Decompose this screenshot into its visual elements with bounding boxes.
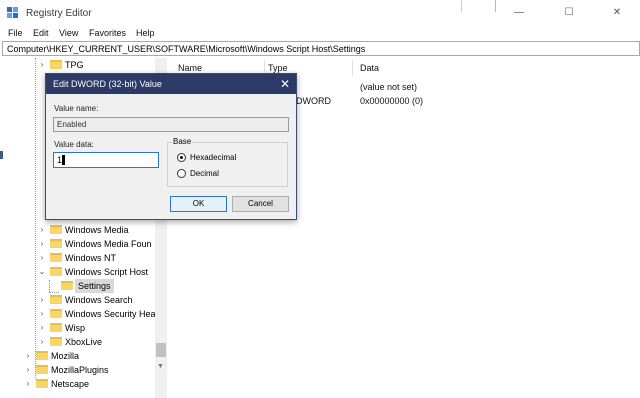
cancel-button[interactable]: Cancel [232, 196, 289, 212]
tree-item-label: Wisp [65, 323, 85, 333]
value-data: 0x00000000 (0) [360, 96, 424, 106]
hexadecimal-label[interactable]: Hexadecimal [190, 153, 236, 162]
tree-item-label: Settings [75, 279, 114, 293]
value-name-field: Enabled [53, 117, 289, 132]
value-data-label: Value data: [54, 140, 94, 149]
edit-dword-dialog: Edit DWORD (32-bit) Value ✕ Value name: … [45, 73, 297, 220]
text-cursor [62, 155, 65, 165]
tree-item-label: Windows Media [65, 225, 129, 235]
tree-item-tpg[interactable]: › TPG [2, 58, 157, 72]
chevron-right-icon[interactable]: › [24, 377, 32, 391]
tree-item-label: Windows NT [65, 253, 117, 263]
value-data-input[interactable]: 1 [53, 152, 159, 168]
title-bar: Registry Editor — ☐ ✕ [0, 0, 640, 26]
dialog-title: Edit DWORD (32-bit) Value [53, 79, 162, 89]
registry-editor-icon [7, 7, 19, 19]
menu-view[interactable]: View [59, 28, 78, 38]
dialog-close-button[interactable]: ✕ [280, 77, 290, 91]
folder-icon [50, 323, 62, 332]
tree-item-label: Mozilla [51, 351, 80, 361]
folder-icon [50, 253, 62, 262]
folder-icon [36, 351, 48, 360]
tree-item-label: MozillaPlugins [51, 365, 109, 375]
menu-help[interactable]: Help [136, 28, 155, 38]
dialog-title-bar: Edit DWORD (32-bit) Value ✕ [46, 74, 296, 94]
address-text: Computer\HKEY_CURRENT_USER\SOFTWARE\Micr… [7, 44, 366, 54]
column-header-type[interactable]: Type [268, 63, 288, 73]
folder-icon [61, 281, 73, 290]
chevron-right-icon[interactable]: › [38, 58, 46, 72]
tree-item-windows-media-foundation[interactable]: › Windows Media Foun [2, 237, 157, 251]
base-groupbox [167, 142, 288, 187]
tree-item-label: XboxLive [65, 337, 103, 347]
scrollbar-thumb[interactable] [156, 343, 166, 357]
value-type: DWORD [296, 96, 331, 106]
folder-icon [50, 239, 62, 248]
column-header-name[interactable]: Name [178, 63, 202, 73]
folder-icon [50, 295, 62, 304]
tree-item-label: Netscape [51, 379, 90, 389]
tree-item-windows-nt[interactable]: › Windows NT [2, 251, 157, 265]
chevron-right-icon[interactable]: › [38, 335, 46, 349]
folder-icon [50, 60, 62, 69]
menu-favorites[interactable]: Favorites [89, 28, 126, 38]
menu-file[interactable]: File [8, 28, 23, 38]
decimal-radio[interactable] [177, 169, 186, 178]
chevron-right-icon[interactable]: › [38, 237, 46, 251]
tree-guide [49, 280, 50, 292]
window-title: Registry Editor [26, 8, 92, 19]
tree-item-windows-script-host[interactable]: ⌄ Windows Script Host [2, 265, 157, 279]
folder-icon [50, 225, 62, 234]
chevron-right-icon[interactable]: › [38, 321, 46, 335]
chevron-down-icon[interactable]: ⌄ [38, 265, 46, 279]
chevron-right-icon[interactable]: › [38, 251, 46, 265]
tree-item-windows-media[interactable]: › Windows Media [2, 223, 157, 237]
folder-icon [50, 337, 62, 346]
tree-item-windows-search[interactable]: › Windows Search [2, 293, 157, 307]
tree-item-wisp[interactable]: › Wisp [2, 321, 157, 335]
tree-item-label: Windows Media Foun [65, 239, 152, 249]
minimize-button[interactable]: — [496, 0, 542, 26]
close-button[interactable]: ✕ [594, 0, 640, 26]
decimal-label[interactable]: Decimal [190, 169, 219, 178]
base-label: Base [172, 137, 193, 146]
hexadecimal-radio[interactable] [177, 153, 186, 162]
value-data: (value not set) [360, 82, 418, 92]
folder-open-icon [50, 267, 62, 276]
tree-item-netscape[interactable]: › Netscape [2, 377, 157, 391]
value-name-label: Value name: [54, 104, 99, 113]
value-name-text: Enabled [57, 120, 87, 129]
maximize-button[interactable]: ☐ [546, 0, 592, 26]
chevron-right-icon[interactable]: › [38, 223, 46, 237]
chevron-right-icon[interactable]: › [38, 293, 46, 307]
column-header-data[interactable]: Data [360, 63, 379, 73]
tree-item-windows-security-health[interactable]: › Windows Security Hea [2, 307, 157, 321]
tree-item-label: TPG [65, 60, 84, 70]
folder-icon [36, 365, 48, 374]
scroll-down-icon[interactable]: ▼ [157, 363, 164, 370]
chevron-right-icon[interactable]: › [24, 363, 32, 377]
folder-icon [50, 309, 62, 318]
folder-icon [36, 379, 48, 388]
tree-item-settings[interactable]: Settings [60, 279, 114, 293]
column-separator[interactable] [352, 60, 353, 76]
tree-item-mozillaplugins[interactable]: › MozillaPlugins [2, 363, 157, 377]
tree-item-label: Windows Security Hea [65, 309, 156, 319]
chevron-right-icon[interactable]: › [38, 307, 46, 321]
menu-bar: File Edit View Favorites Help [0, 26, 640, 41]
address-bar[interactable]: Computer\HKEY_CURRENT_USER\SOFTWARE\Micr… [2, 41, 640, 56]
ok-button[interactable]: OK [170, 196, 227, 212]
separator [461, 0, 462, 12]
tree-item-xboxlive[interactable]: › XboxLive [2, 335, 157, 349]
tree-item-label: Windows Script Host [65, 267, 149, 277]
chevron-right-icon[interactable]: › [24, 349, 32, 363]
menu-edit[interactable]: Edit [33, 28, 49, 38]
tree-item-mozilla[interactable]: › Mozilla [2, 349, 157, 363]
tree-item-label: Windows Search [65, 295, 133, 305]
